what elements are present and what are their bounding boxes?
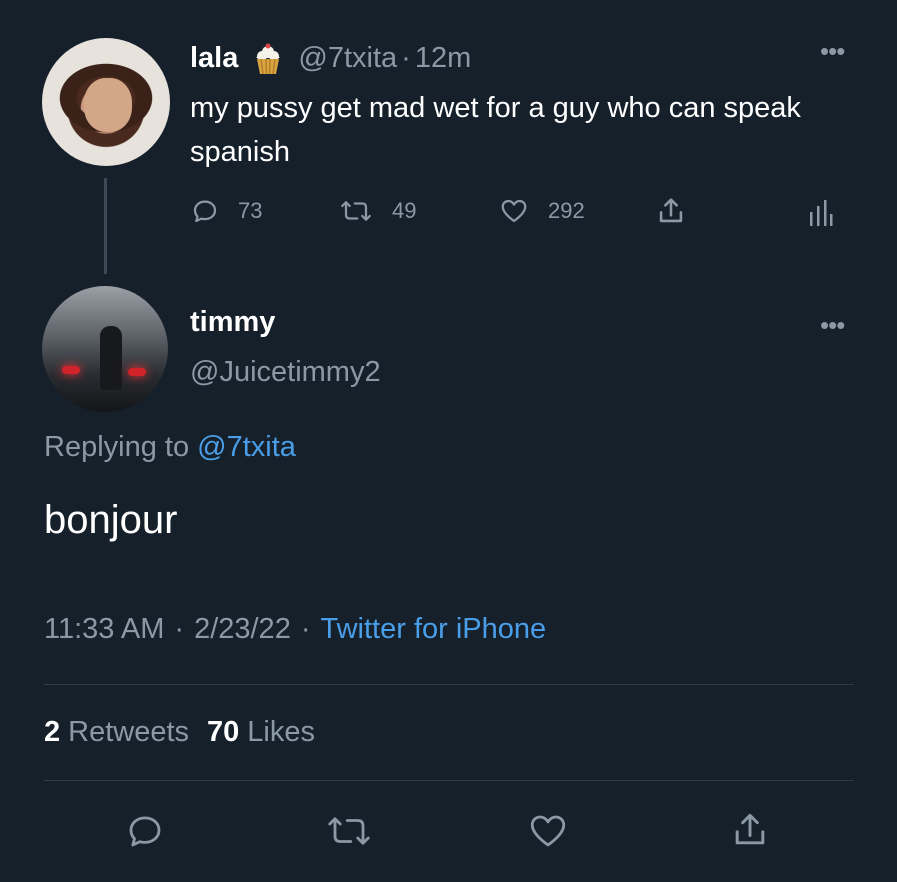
analytics-icon[interactable] [808, 198, 834, 233]
header-separator: · [401, 41, 411, 74]
divider [44, 780, 854, 781]
parent-tweet-text: my pussy get mad wet for a guy who can s… [190, 92, 801, 168]
parent-like-count: 292 [548, 198, 585, 223]
reply-display-name[interactable]: timmy [190, 306, 275, 339]
share-icon [735, 813, 765, 845]
parent-retweet-button[interactable]: 49 [338, 196, 416, 226]
parent-reply-count: 73 [238, 198, 263, 223]
metadata-separator: · [300, 613, 311, 645]
reply-icon [129, 816, 161, 847]
retweet-icon [338, 196, 374, 226]
likes-label[interactable]: Likes [247, 716, 315, 749]
like-button[interactable] [526, 810, 570, 857]
reply-source[interactable]: Twitter for iPhone [321, 613, 547, 646]
retweet-icon [328, 817, 370, 845]
share-button[interactable] [728, 808, 772, 857]
heart-icon [530, 815, 566, 847]
reply-button[interactable] [124, 810, 166, 857]
retweets-label[interactable]: Retweets [68, 716, 189, 749]
reply-handle[interactable]: @Juicetimmy2 [190, 356, 381, 389]
replying-to-label: Replying to [44, 431, 190, 463]
avatar-face [84, 78, 132, 132]
parent-more-icon[interactable]: ••• [820, 38, 845, 64]
retweet-button[interactable] [324, 810, 374, 857]
reply-tweet-text: bonjour [44, 498, 178, 542]
replying-to-line: Replying to @7txita [44, 431, 296, 464]
parent-tweet-header: lala @7txita · 12m [190, 38, 471, 78]
reply-icon [190, 196, 220, 226]
divider [44, 684, 854, 685]
reply-date[interactable]: 2/23/22 [194, 613, 291, 646]
parent-like-button[interactable]: 292 [498, 196, 585, 226]
reply-time[interactable]: 11:33 AM [44, 613, 164, 646]
metadata-separator: · [174, 613, 185, 645]
cupcake-icon [248, 38, 288, 78]
parent-share-button[interactable] [654, 194, 688, 228]
retweets-count[interactable]: 2 [44, 716, 60, 749]
avatar-figure [100, 326, 122, 390]
reply-stats: 2 Retweets 70 Likes [44, 716, 315, 749]
avatar-lala[interactable] [42, 38, 170, 166]
replying-to-handle[interactable]: @7txita [197, 431, 296, 463]
avatar-taillight-left [62, 366, 80, 374]
thread-connector-line [104, 178, 107, 274]
parent-timestamp[interactable]: 12m [415, 42, 471, 75]
avatar-timmy[interactable] [42, 286, 168, 412]
parent-retweet-count: 49 [392, 198, 417, 223]
parent-handle[interactable]: @7txita [298, 42, 397, 75]
parent-display-name[interactable]: lala [190, 42, 238, 75]
likes-count[interactable]: 70 [207, 716, 239, 749]
reply-more-icon[interactable]: ••• [820, 312, 845, 338]
heart-icon [498, 196, 530, 226]
parent-reply-button[interactable]: 73 [190, 196, 262, 226]
share-icon [654, 194, 688, 228]
reply-metadata: 11:33 AM · 2/23/22 · Twitter for iPhone [44, 613, 546, 646]
avatar-taillight-right [128, 368, 146, 376]
